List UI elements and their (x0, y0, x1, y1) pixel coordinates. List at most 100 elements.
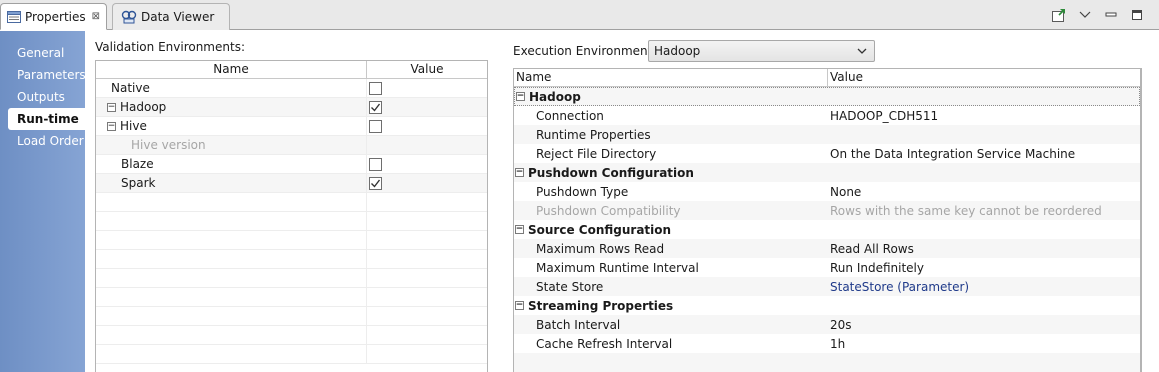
column-header-value[interactable]: Value (367, 61, 487, 78)
column-header-name[interactable]: Name (514, 69, 828, 86)
group-title: Source Configuration (528, 222, 672, 237)
group-title: Streaming Properties (528, 298, 674, 313)
table-row[interactable]: − Hive (96, 117, 487, 136)
table-row[interactable]: Maximum Runtime Interval Run Indefinitel… (514, 258, 1140, 277)
table-row[interactable]: Pushdown Type None (514, 182, 1140, 201)
table-row[interactable]: − Hadoop (96, 98, 487, 117)
group-title: Pushdown Configuration (528, 165, 694, 180)
property-name: Batch Interval (536, 317, 621, 332)
property-value: Rows with the same key cannot be reorder… (830, 203, 1102, 218)
validation-environments-label: Validation Environments: (95, 40, 245, 54)
editor-tab-strip: Properties ⊠ Data Viewer (0, 0, 1159, 30)
property-name: Reject File Directory (536, 146, 657, 161)
table-row[interactable]: Blaze (96, 155, 487, 174)
collapse-icon[interactable]: − (515, 168, 524, 177)
spark-checkbox[interactable] (369, 176, 382, 190)
property-value[interactable]: 20s (828, 315, 1140, 334)
property-value[interactable]: 1h (828, 334, 1140, 353)
execution-environment-label: Execution Environment: (513, 44, 657, 58)
collapse-icon[interactable]: − (515, 301, 524, 310)
maximize-icon[interactable] (1129, 7, 1145, 23)
env-name-spark: Spark (96, 174, 367, 192)
data-viewer-icon (121, 10, 137, 24)
empty-row (96, 193, 487, 212)
tab-data-viewer[interactable]: Data Viewer (112, 3, 230, 30)
nav-item-parameters[interactable]: Parameters (0, 64, 86, 86)
table-row[interactable]: Reject File Directory On the Data Integr… (514, 144, 1140, 163)
empty-row (96, 212, 487, 231)
pin-icon[interactable] (1051, 7, 1067, 23)
group-row-pushdown-configuration[interactable]: − Pushdown Configuration (514, 163, 1140, 182)
env-name-blaze: Blaze (96, 155, 367, 173)
nav-item-outputs[interactable]: Outputs (0, 86, 85, 108)
empty-row (96, 307, 487, 326)
env-name-hive: Hive (120, 119, 147, 133)
table-row[interactable]: Batch Interval 20s (514, 315, 1140, 334)
property-name: Cache Refresh Interval (536, 336, 673, 351)
properties-icon (7, 10, 21, 23)
chevron-down-icon (856, 45, 868, 60)
column-header-name[interactable]: Name (96, 61, 367, 78)
table-header: Name Value (96, 61, 487, 79)
property-name: Runtime Properties (536, 127, 651, 142)
column-header-value[interactable]: Value (828, 69, 1140, 86)
env-name-native: Native (96, 79, 367, 97)
env-name-hive-version: Hive version (96, 136, 367, 154)
view-toolbar (1051, 4, 1159, 26)
table-row[interactable]: Connection HADOOP_CDH511 (514, 106, 1140, 125)
property-value[interactable]: Run Indefinitely (828, 258, 1140, 277)
collapse-icon[interactable]: − (515, 225, 524, 234)
property-name: Connection (536, 108, 604, 123)
tab-properties[interactable]: Properties ⊠ (0, 3, 107, 30)
native-checkbox[interactable] (369, 81, 382, 95)
property-value[interactable] (828, 125, 1140, 144)
execution-environment-value: Hadoop (654, 44, 701, 58)
nav-item-load-order[interactable]: Load Order (0, 130, 85, 152)
minimize-icon[interactable] (1103, 7, 1119, 23)
table-row: Pushdown Compatibility Rows with the sam… (514, 201, 1140, 220)
hive-checkbox[interactable] (369, 119, 382, 133)
property-value[interactable]: Read All Rows (828, 239, 1140, 258)
tab-data-viewer-label: Data Viewer (141, 10, 215, 24)
validation-environments-table: Name Value Native − Hadoop − Hive Hive v… (95, 60, 488, 372)
property-value-link[interactable]: StateStore (Parameter) (828, 277, 1140, 296)
property-name: Maximum Rows Read (536, 241, 665, 256)
table-row[interactable]: State Store StateStore (Parameter) (514, 277, 1140, 296)
table-header: Name Value (514, 69, 1140, 87)
collapse-icon[interactable]: − (516, 92, 525, 101)
property-value[interactable]: On the Data Integration Service Machine (828, 144, 1140, 163)
execution-environment-select[interactable]: Hadoop (648, 40, 875, 62)
env-name-hadoop: Hadoop (120, 100, 167, 114)
property-name: State Store (536, 279, 604, 294)
hadoop-checkbox[interactable] (369, 100, 382, 114)
table-row[interactable]: Spark (96, 174, 487, 193)
runtime-properties-table: Name Value − Hadoop Connection HADOOP_CDH… (513, 68, 1141, 372)
table-row[interactable]: Runtime Properties (514, 125, 1140, 144)
blaze-checkbox[interactable] (369, 157, 382, 171)
empty-row (514, 353, 1140, 372)
view-menu-icon[interactable] (1077, 7, 1093, 23)
nav-item-general[interactable]: General (0, 42, 85, 64)
group-title: Hadoop (529, 89, 581, 104)
group-row-hadoop[interactable]: − Hadoop (514, 87, 1140, 106)
table-row[interactable]: Maximum Rows Read Read All Rows (514, 239, 1140, 258)
table-row[interactable]: Cache Refresh Interval 1h (514, 334, 1140, 353)
properties-nav: General Parameters Outputs Run-time Load… (0, 31, 86, 372)
tab-properties-label: Properties (25, 9, 86, 24)
empty-row (96, 326, 487, 345)
empty-row (96, 231, 487, 250)
collapse-icon[interactable]: − (107, 102, 116, 112)
close-icon[interactable]: ⊠ (92, 11, 100, 22)
property-value[interactable]: None (828, 182, 1140, 201)
empty-row (96, 250, 487, 269)
empty-row (96, 345, 487, 364)
table-row[interactable]: Hive version (96, 136, 487, 155)
property-value[interactable]: HADOOP_CDH511 (828, 106, 1140, 125)
table-right-border (1141, 68, 1142, 372)
table-row[interactable]: Native (96, 79, 487, 98)
nav-item-run-time[interactable]: Run-time (8, 108, 85, 130)
group-row-source-configuration[interactable]: − Source Configuration (514, 220, 1140, 239)
group-row-streaming-properties[interactable]: − Streaming Properties (514, 296, 1140, 315)
property-name: Maximum Runtime Interval (536, 260, 699, 275)
collapse-icon[interactable]: − (107, 121, 116, 131)
